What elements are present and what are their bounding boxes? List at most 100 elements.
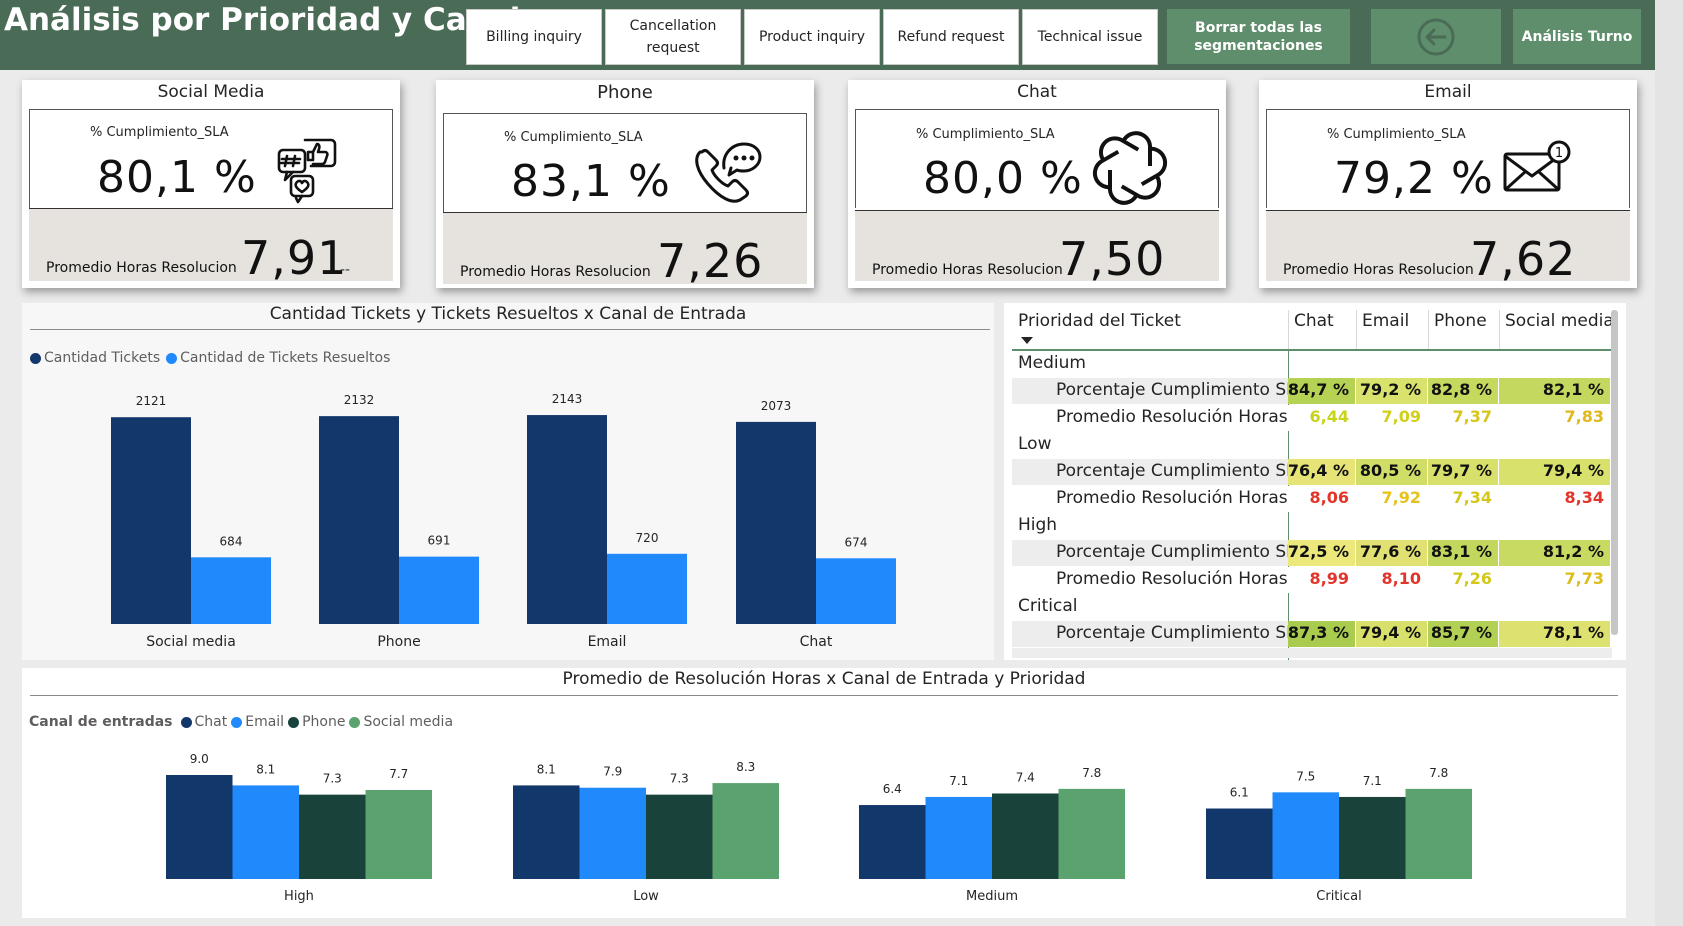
matrix-cell-value: 83,1 %	[1430, 542, 1492, 561]
bar-email[interactable]	[579, 787, 647, 879]
bar-total[interactable]	[527, 415, 607, 624]
matrix-cell[interactable]: 79,4 %	[1356, 621, 1427, 647]
bar-chat[interactable]	[166, 775, 233, 879]
bar-chat[interactable]	[1206, 808, 1273, 879]
avg-hours-value: 7,26	[657, 234, 764, 288]
bar-total[interactable]	[319, 416, 399, 624]
kpi-card-email: Email % Cumplimiento_SLA 79,2 % Promedio…	[1259, 80, 1637, 288]
shift-analysis-button[interactable]: Análisis Turno	[1513, 9, 1641, 64]
matrix-cell-value: 77,6 %	[1359, 542, 1421, 561]
data-label: 691	[428, 534, 451, 548]
sla-value: 80,1 %	[97, 152, 257, 203]
matrix-cell[interactable]: 82,1 %	[1499, 378, 1610, 404]
matrix-cell[interactable]: 7,26	[1428, 567, 1498, 593]
matrix-cell[interactable]: 80,5 %	[1356, 459, 1427, 485]
data-label: 7.5	[1296, 769, 1315, 783]
bar-social-media[interactable]	[1405, 788, 1473, 879]
avg-hours-value: 7,50	[1059, 232, 1166, 286]
slicer-product-inquiry[interactable]: Product inquiry	[744, 9, 880, 65]
matrix-column-header[interactable]: Email	[1362, 311, 1409, 331]
matrix-cell-value: 6,44	[1309, 407, 1349, 426]
avg-hours-label: Promedio Horas Resolucion	[460, 264, 651, 280]
matrix-row-label: Promedio Resolución Horas	[1056, 569, 1288, 589]
matrix-cell[interactable]: 79,2 %	[1356, 378, 1427, 404]
matrix-group-label[interactable]: Medium	[1018, 353, 1086, 373]
matrix-cell[interactable]: 7,09	[1356, 405, 1427, 431]
bar-phone[interactable]	[1339, 796, 1406, 879]
bar-chat[interactable]	[859, 805, 926, 879]
matrix-cell[interactable]: 7,37	[1428, 405, 1498, 431]
matrix-group-label[interactable]: High	[1018, 515, 1057, 535]
slicer-billing-inquiry[interactable]: Billing inquiry	[466, 9, 602, 65]
bar-resolved[interactable]	[191, 557, 271, 624]
tickets-bar-chart: 2121 684 Social media 2132 691 Phone 2143 720 Em…	[111, 392, 896, 650]
data-label: 2132	[344, 393, 375, 407]
bar-email[interactable]	[1272, 792, 1340, 879]
matrix-cell[interactable]: 87,3 %	[1288, 621, 1355, 647]
matrix-row-header[interactable]: Prioridad del Ticket	[1018, 311, 1181, 331]
matrix-cell-value: 8,99	[1309, 569, 1349, 588]
bar-chat[interactable]	[513, 785, 580, 879]
data-label: 7.3	[670, 772, 689, 786]
matrix-column-header[interactable]: Phone	[1434, 311, 1487, 331]
bar-email[interactable]	[925, 796, 993, 879]
matrix-cell-value: 7,83	[1564, 407, 1604, 426]
kpi-channel-title: Social Media	[157, 82, 265, 102]
bar-phone[interactable]	[992, 793, 1059, 879]
matrix-cell[interactable]: 77,6 %	[1356, 540, 1427, 566]
bar-email[interactable]	[232, 785, 300, 879]
clear-slicers-button[interactable]: Borrar todas las segmentaciones	[1167, 9, 1350, 64]
matrix-cell[interactable]: 76,4 %	[1288, 459, 1355, 485]
matrix-cell[interactable]: 82,8 %	[1428, 378, 1498, 404]
bar-social-media[interactable]	[712, 783, 780, 879]
matrix-cell[interactable]: 84,7 %	[1288, 378, 1355, 404]
matrix-cell[interactable]: 8,10	[1356, 567, 1427, 593]
matrix-cell[interactable]: 8,99	[1288, 567, 1355, 593]
matrix-cell[interactable]: 85,7 %	[1428, 621, 1498, 647]
bar-total[interactable]	[736, 421, 816, 624]
matrix-cell[interactable]: 78,1 %	[1499, 621, 1610, 647]
matrix-cell-value: 78,1 %	[1542, 623, 1604, 642]
slicer-technical-issue[interactable]: Technical issue	[1022, 9, 1158, 65]
page-title: Análisis por Prioridad y Canal	[4, 2, 521, 38]
matrix-cell[interactable]: 79,7 %	[1428, 459, 1498, 485]
data-label: 8.3	[736, 760, 755, 774]
matrix-cell[interactable]: 7,83	[1499, 405, 1610, 431]
bar-phone[interactable]	[299, 794, 366, 879]
matrix-cell[interactable]: 7,34	[1428, 486, 1498, 512]
matrix-column-header[interactable]: Social media	[1505, 311, 1614, 331]
data-label: 8.1	[537, 762, 556, 776]
category-label: Chat	[800, 634, 833, 650]
matrix-cell[interactable]: 7,73	[1499, 567, 1610, 593]
bar-social-media[interactable]	[1058, 788, 1126, 879]
slicer-cancellation-request[interactable]: Cancellation request	[605, 9, 741, 65]
matrix-column-header[interactable]: Chat	[1294, 311, 1334, 331]
bar-resolved[interactable]	[816, 558, 896, 624]
category-label: High	[284, 889, 314, 904]
bar-social-media[interactable]	[365, 790, 433, 879]
bar-total[interactable]	[111, 417, 191, 624]
bar-resolved[interactable]	[399, 556, 479, 624]
data-label: 2121	[136, 394, 167, 408]
matrix-cell[interactable]: 6,44	[1288, 405, 1355, 431]
matrix-cell[interactable]: 83,1 %	[1428, 540, 1498, 566]
matrix-cell[interactable]: 79,4 %	[1499, 459, 1610, 485]
bar-phone[interactable]	[646, 794, 713, 879]
bar-resolved[interactable]	[607, 553, 687, 624]
matrix-cell[interactable]: 7,92	[1356, 486, 1427, 512]
matrix-group-label[interactable]: Critical	[1018, 596, 1077, 616]
slicer-refund-request[interactable]: Refund request	[883, 9, 1019, 65]
data-label: 7.1	[1363, 774, 1382, 788]
category-label: Critical	[1316, 889, 1361, 904]
right-edge	[1655, 0, 1683, 926]
matrix-group-label[interactable]: Low	[1018, 434, 1051, 454]
sort-descending-icon[interactable]	[1021, 337, 1033, 344]
matrix-row-label: Porcentaje Cumplimiento SLA	[1056, 461, 1308, 481]
back-button[interactable]	[1371, 9, 1501, 64]
envelope-notification-icon: 1	[1503, 140, 1571, 192]
matrix-cell[interactable]: 81,2 %	[1499, 540, 1610, 566]
matrix-cell[interactable]: 8,06	[1288, 486, 1355, 512]
matrix-cell[interactable]: 8,34	[1499, 486, 1610, 512]
matrix-scrollbar[interactable]	[1611, 310, 1618, 635]
matrix-cell[interactable]: 72,5 %	[1288, 540, 1355, 566]
